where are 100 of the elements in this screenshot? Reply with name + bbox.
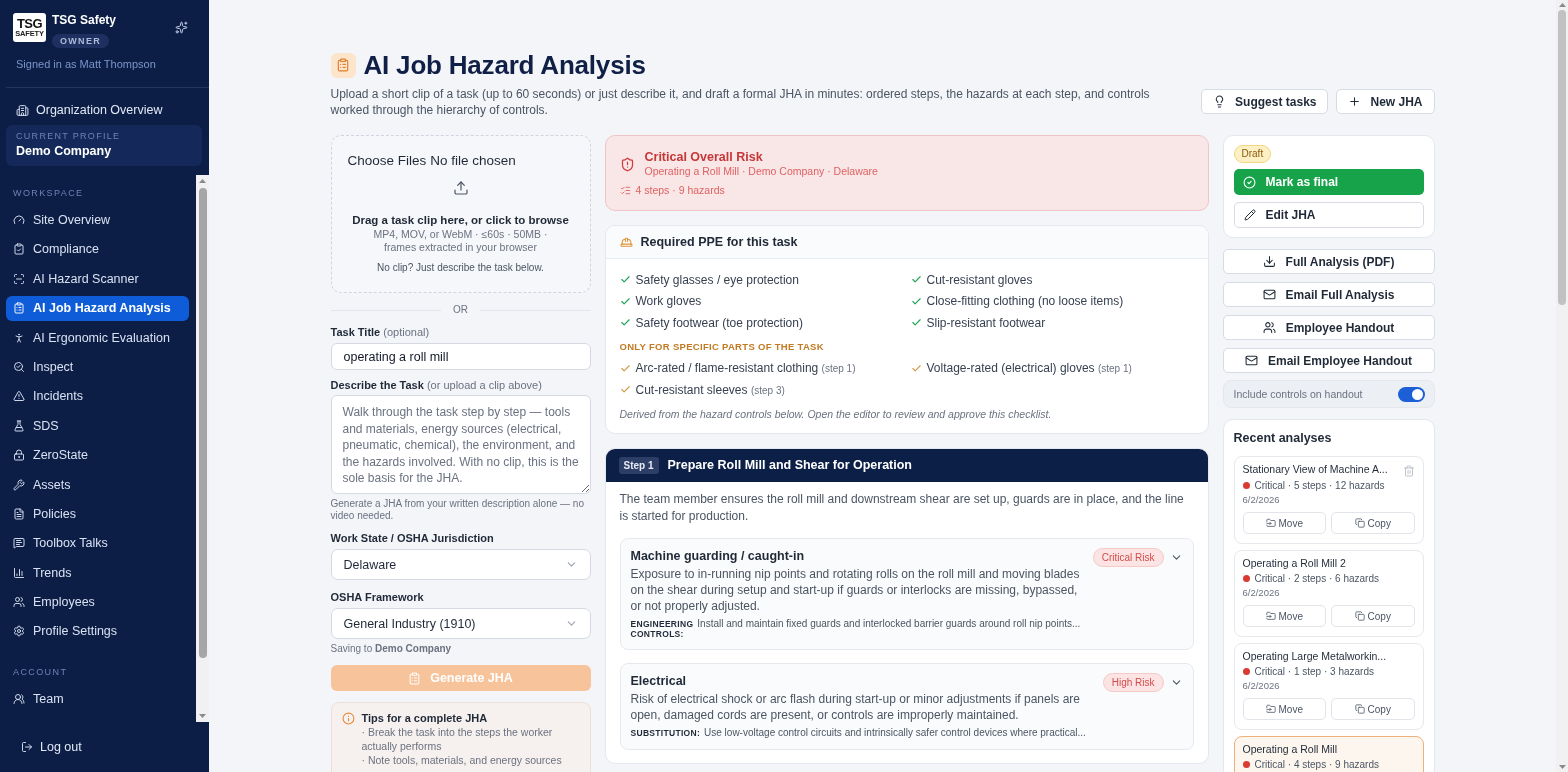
users-icon bbox=[1262, 321, 1276, 334]
chat-bubble-icon bbox=[13, 537, 25, 550]
scrollbar[interactable] bbox=[1556, 0, 1568, 772]
task-description-textarea[interactable]: Walk through the task step by step — tools and materials, energy sources (electrical, pneumatic, chemical), the environment, and the hazards involved. With no clip, this is the sole basis for the JHA. bbox=[330, 395, 591, 494]
mail-icon bbox=[1262, 288, 1276, 301]
state-select[interactable]: Delaware bbox=[330, 549, 591, 580]
scroll-down-icon[interactable] bbox=[1558, 765, 1566, 769]
copy-button[interactable]: Copy bbox=[1331, 698, 1415, 720]
shield-alert-icon bbox=[619, 156, 635, 172]
folder-icon bbox=[1265, 611, 1276, 621]
nav-item[interactable]: Profile Settings bbox=[6, 618, 189, 644]
hazard-card[interactable] bbox=[619, 537, 1194, 650]
ppe-title: Required PPE for this task bbox=[640, 235, 798, 249]
profile-card[interactable]: CURRENT PROFILE Demo Company bbox=[6, 125, 202, 166]
tips-title: Tips for a complete JHA bbox=[361, 712, 489, 725]
check-icon bbox=[619, 295, 631, 307]
recent-item-date: 6/2/2026 bbox=[1242, 680, 1281, 692]
sparkles-icon[interactable] bbox=[175, 21, 188, 34]
email-handout-button[interactable]: Email Employee Handout bbox=[1222, 348, 1435, 373]
nav-item[interactable]: AI Hazard Scanner bbox=[6, 266, 189, 292]
no-clip-hint: No clip? Just describe the task below. bbox=[377, 262, 544, 274]
scroll-up-icon[interactable] bbox=[1558, 3, 1566, 7]
scrollbar-thumb[interactable] bbox=[198, 188, 207, 658]
nav-item[interactable]: Team bbox=[6, 686, 189, 712]
clipboard-icon bbox=[13, 302, 25, 315]
upload-icon bbox=[452, 180, 469, 196]
pencil-icon bbox=[1243, 209, 1256, 221]
task-title-input[interactable]: operating a roll mill bbox=[330, 343, 591, 370]
section-label: WORKSPACE bbox=[12, 187, 85, 199]
framework-select[interactable]: General Industry (1910) bbox=[330, 608, 591, 639]
nav-item[interactable]: Toolbox Talks bbox=[6, 530, 189, 556]
scrollbar[interactable] bbox=[196, 175, 209, 722]
nav-item[interactable]: Employees bbox=[6, 589, 189, 615]
suggest-tasks-button[interactable]: Suggest tasks bbox=[1201, 89, 1329, 114]
check-circle-icon bbox=[1242, 175, 1256, 189]
nav-item[interactable]: ZeroState bbox=[6, 442, 189, 468]
upload-dropzone[interactable]: Choose Files No file chosen Drag a task clip here, or click to browse MP4, MOV, or WebM · ≤60s · 50MB · frames extracted in your browser No clip? Just describe the task below. bbox=[330, 135, 591, 293]
risk-title: Critical Overall Risk bbox=[644, 150, 764, 165]
recent-item[interactable]: Stationary View of Machine A... Critical · 5 steps · 12 hazards 6/2/2026 Move Copy bbox=[1233, 456, 1424, 544]
list-checks-icon bbox=[619, 184, 631, 196]
recent-item-meta: Critical · 5 steps · 12 hazards bbox=[1254, 479, 1385, 492]
download-pdf-button[interactable]: Full Analysis (PDF) bbox=[1222, 249, 1435, 274]
risk-counts: 4 steps · 9 hazards bbox=[635, 184, 725, 196]
risk-badge: High Risk bbox=[1102, 672, 1164, 692]
hazard-title: Machine guarding / caught-in bbox=[630, 547, 806, 564]
recent-item[interactable]: Operating a Roll Mill Critical · 4 steps · 9 hazards bbox=[1233, 736, 1424, 772]
nav-item[interactable]: Assets bbox=[6, 472, 189, 497]
person-icon bbox=[13, 331, 25, 344]
copy-button[interactable]: Copy bbox=[1331, 512, 1415, 534]
field-label: OSHA Framework bbox=[330, 590, 425, 604]
signed-in-text: Signed in as Matt Thompson bbox=[15, 58, 157, 71]
logo-wordmark: TSG bbox=[17, 17, 42, 30]
nav-item[interactable]: Trends bbox=[6, 560, 189, 586]
move-button[interactable]: Move bbox=[1242, 605, 1326, 627]
settings-icon bbox=[13, 625, 25, 638]
nav-item[interactable]: Site Overview bbox=[6, 207, 189, 233]
copy-icon bbox=[1354, 611, 1365, 621]
tip-text: · Note tools, materials, and energy sources bbox=[361, 753, 563, 767]
choose-files-button[interactable]: Choose Files bbox=[347, 152, 427, 170]
clipboard-check-icon bbox=[13, 243, 25, 256]
recent-item-title: Operating a Roll Mill bbox=[1242, 743, 1338, 756]
copy-button[interactable]: Copy bbox=[1331, 605, 1415, 627]
folder-icon bbox=[1265, 704, 1276, 714]
nav-item[interactable]: Compliance bbox=[6, 236, 189, 262]
move-button[interactable]: Move bbox=[1242, 698, 1326, 720]
folder-icon bbox=[1265, 518, 1276, 528]
nav-item[interactable]: Policies bbox=[6, 501, 189, 527]
recent-item[interactable]: Operating a Roll Mill 2 Critical · 2 steps · 6 hazards 6/2/2026 Move Copy bbox=[1233, 550, 1424, 637]
nav-item[interactable]: AI Job Hazard Analysis bbox=[6, 295, 189, 321]
move-button[interactable]: Move bbox=[1242, 512, 1326, 534]
file-status: No file chosen bbox=[430, 152, 516, 170]
brand-name: TSG Safety bbox=[52, 13, 117, 27]
format-hint: MP4, MOV, or WebM · ≤60s · 50MB · frames extracted in your browser bbox=[372, 228, 549, 254]
scroll-down-icon[interactable] bbox=[199, 714, 206, 718]
scroll-up-icon[interactable] bbox=[199, 179, 206, 183]
edit-button[interactable]: Edit JHA bbox=[1233, 202, 1424, 228]
clipboard-icon bbox=[408, 671, 422, 685]
email-analysis-button[interactable]: Email Full Analysis bbox=[1222, 282, 1435, 307]
hazard-card[interactable] bbox=[619, 662, 1194, 750]
scrollbar-thumb[interactable] bbox=[1558, 10, 1566, 305]
nav-item[interactable]: Incidents bbox=[6, 383, 189, 409]
toggle-switch[interactable] bbox=[1397, 386, 1425, 402]
ppe-item: Voltage-rated (electrical) gloves (step 1) bbox=[926, 361, 1132, 376]
clipboard-icon bbox=[330, 52, 356, 78]
recent-item-title: Operating Large Metalworkin... bbox=[1242, 650, 1387, 663]
new-jha-button[interactable]: New JHA bbox=[1336, 89, 1435, 114]
nav-item[interactable]: SDS bbox=[6, 413, 189, 439]
nav-item[interactable]: AI Ergonomic Evaluation bbox=[6, 325, 189, 351]
logout-button[interactable]: Log out bbox=[21, 739, 82, 755]
risk-badge: Critical Risk bbox=[1092, 547, 1164, 567]
tip-text: · Break the task into the steps the worker actually performs bbox=[361, 725, 554, 753]
search-icon bbox=[13, 360, 25, 373]
hazard-description: Exposure to in-running nip points and rotating rolls on the roll mill and moving blades on the shear during setup and start-up if guards or interlocks are missing, bypassed, or not properly adjusted. bbox=[630, 565, 1081, 614]
trash-icon[interactable] bbox=[1402, 465, 1415, 477]
employee-handout-button[interactable]: Employee Handout bbox=[1222, 315, 1435, 340]
field-label: Task Title (optional) bbox=[330, 325, 431, 339]
profile-name: Demo Company bbox=[16, 144, 113, 159]
nav-item[interactable]: Inspect bbox=[6, 354, 189, 380]
org-overview-link[interactable]: Organization Overview bbox=[16, 102, 163, 118]
recent-item[interactable]: Operating Large Metalworkin... Critical · 1 step · 3 hazards 6/2/2026 Move Copy bbox=[1233, 643, 1424, 730]
